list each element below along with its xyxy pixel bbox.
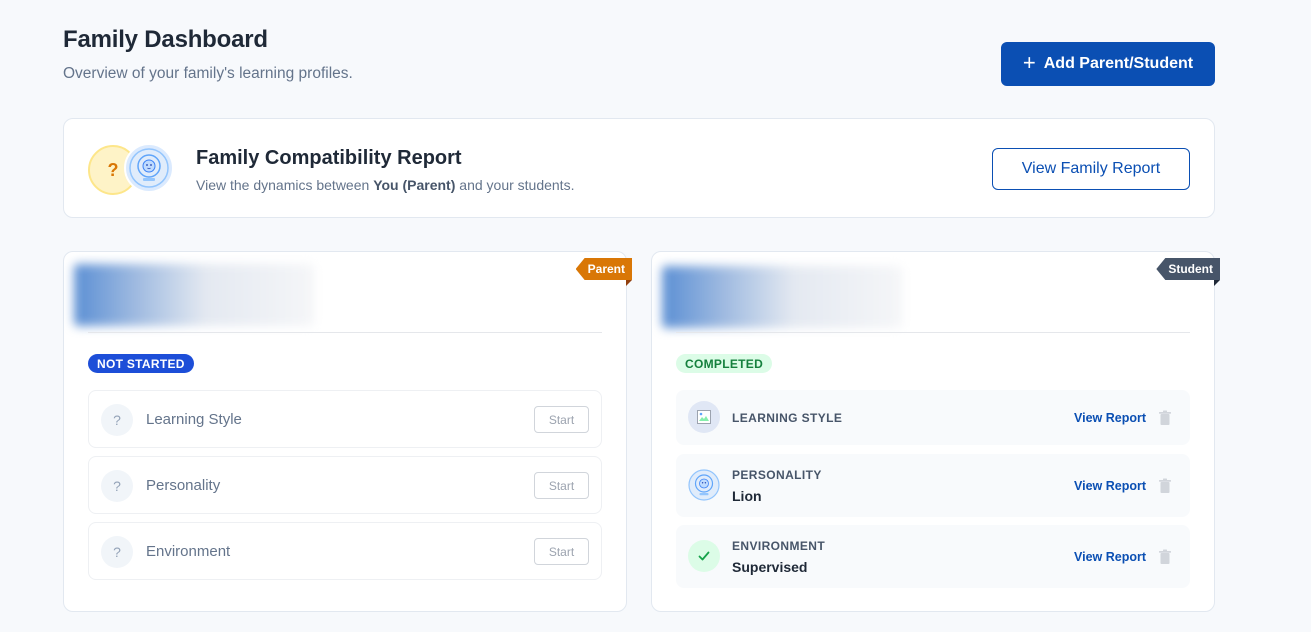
assessment-label: Learning Style: [146, 411, 242, 428]
assessment-label: Environment: [146, 543, 231, 560]
start-environment-button[interactable]: Start: [534, 538, 589, 565]
family-report-description: View the dynamics between You (Parent) a…: [196, 177, 574, 193]
trash-icon[interactable]: [1158, 410, 1172, 426]
trash-icon[interactable]: [1158, 478, 1172, 494]
view-environment-report-link[interactable]: View Report: [1074, 550, 1146, 564]
tag-fold: [626, 280, 632, 286]
parent-profile-card: Parent NOT STARTED ? Learning Style Star…: [63, 251, 632, 612]
question-icon: ?: [101, 470, 133, 502]
view-learning-style-report-link[interactable]: View Report: [1074, 411, 1146, 425]
assessment-result: Lion: [732, 488, 762, 504]
view-family-report-button[interactable]: View Family Report: [992, 148, 1190, 190]
lion-badge-icon: [688, 469, 720, 501]
status-badge: COMPLETED: [676, 354, 773, 373]
assessment-row-personality: ? Personality Start: [88, 456, 602, 514]
check-icon: [688, 540, 720, 572]
family-compatibility-card: ? Family Compatibility Report View the d…: [63, 118, 1215, 218]
start-personality-button[interactable]: Start: [534, 472, 589, 499]
blurred-profile-header: [662, 266, 902, 328]
divider: [676, 332, 1190, 333]
add-button-label: Add Parent/Student: [1043, 55, 1194, 72]
student-profile-card: Student COMPLETED LEARNING STYLE View Re…: [651, 251, 1220, 612]
report-row-environment: ENVIRONMENT Supervised View Report: [676, 525, 1190, 588]
lion-badge-icon: [124, 143, 174, 193]
trash-icon[interactable]: [1158, 549, 1172, 565]
desc-parent-name: You (Parent): [373, 177, 456, 193]
assessment-category: ENVIRONMENT: [732, 539, 826, 553]
assessment-category: LEARNING STYLE: [732, 411, 843, 425]
broken-image-icon: [688, 401, 720, 433]
add-parent-student-button[interactable]: + Add Parent/Student: [1001, 42, 1215, 86]
family-report-title: Family Compatibility Report: [196, 147, 462, 169]
divider: [88, 332, 602, 333]
view-personality-report-link[interactable]: View Report: [1074, 479, 1146, 493]
question-icon: ?: [101, 536, 133, 568]
assessment-result: Supervised: [732, 559, 808, 575]
page-subtitle: Overview of your family's learning profi…: [63, 65, 353, 82]
tag-fold: [1214, 280, 1220, 286]
report-row-learning-style: LEARNING STYLE View Report: [676, 390, 1190, 445]
family-avatar-stack: ?: [88, 143, 178, 197]
report-row-personality: PERSONALITY Lion View Report: [676, 454, 1190, 517]
status-badge: NOT STARTED: [88, 354, 194, 373]
page-title: Family Dashboard: [63, 26, 268, 53]
question-icon: ?: [101, 404, 133, 436]
assessment-row-learning-style: ? Learning Style Start: [88, 390, 602, 448]
desc-suffix: and your students.: [455, 177, 575, 193]
assessment-row-environment: ? Environment Start: [88, 522, 602, 580]
start-learning-style-button[interactable]: Start: [534, 406, 589, 433]
parent-role-tag: Parent: [575, 258, 632, 280]
assessment-label: Personality: [146, 477, 221, 494]
blurred-profile-header: [74, 264, 314, 326]
plus-icon: +: [1022, 50, 1036, 75]
desc-prefix: View the dynamics between: [196, 177, 374, 193]
assessment-category: PERSONALITY: [732, 468, 822, 482]
student-role-tag: Student: [1156, 258, 1220, 280]
